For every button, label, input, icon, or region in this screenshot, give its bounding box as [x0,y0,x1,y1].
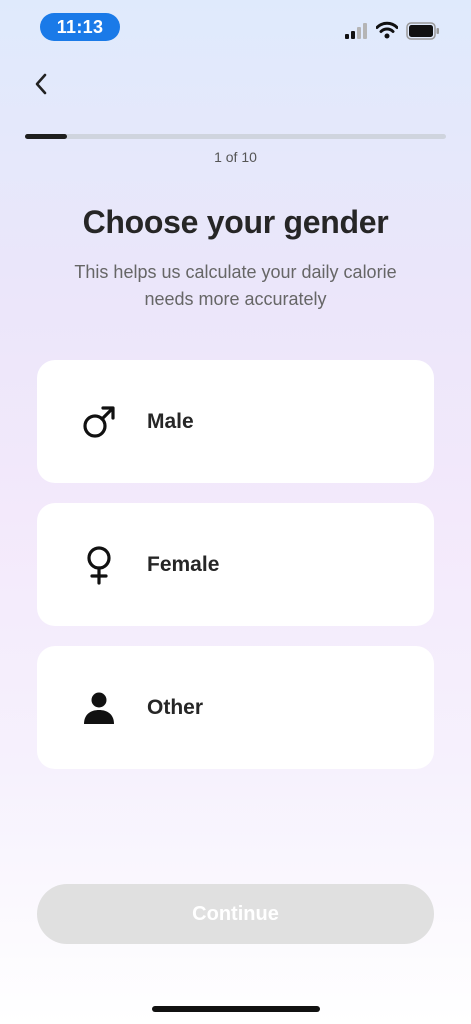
continue-button[interactable]: Continue [37,884,434,944]
chevron-left-icon [35,73,47,95]
option-female[interactable]: Female [37,503,434,626]
page-title: Choose your gender [82,204,389,240]
progress-label: 1 of 10 [214,149,257,165]
progress-bar [25,134,446,139]
back-button[interactable] [24,66,58,102]
page-subtitle: This helps us calculate your daily calor… [74,262,397,309]
male-symbol-icon [79,402,119,442]
option-male[interactable]: Male [37,360,434,483]
progress-fill [25,134,68,139]
option-label: Female [147,552,220,576]
cellular-signal-icon [345,23,367,39]
status-time: 11:13 [40,13,120,41]
person-icon [79,688,119,728]
home-indicator [152,1006,320,1012]
option-label: Male [147,409,194,433]
female-symbol-icon [79,545,119,585]
wifi-icon [376,21,398,39]
option-label: Other [147,695,204,719]
battery-icon [406,22,439,40]
option-other[interactable]: Other [37,646,434,769]
status-bar: 11:13 [0,0,471,56]
